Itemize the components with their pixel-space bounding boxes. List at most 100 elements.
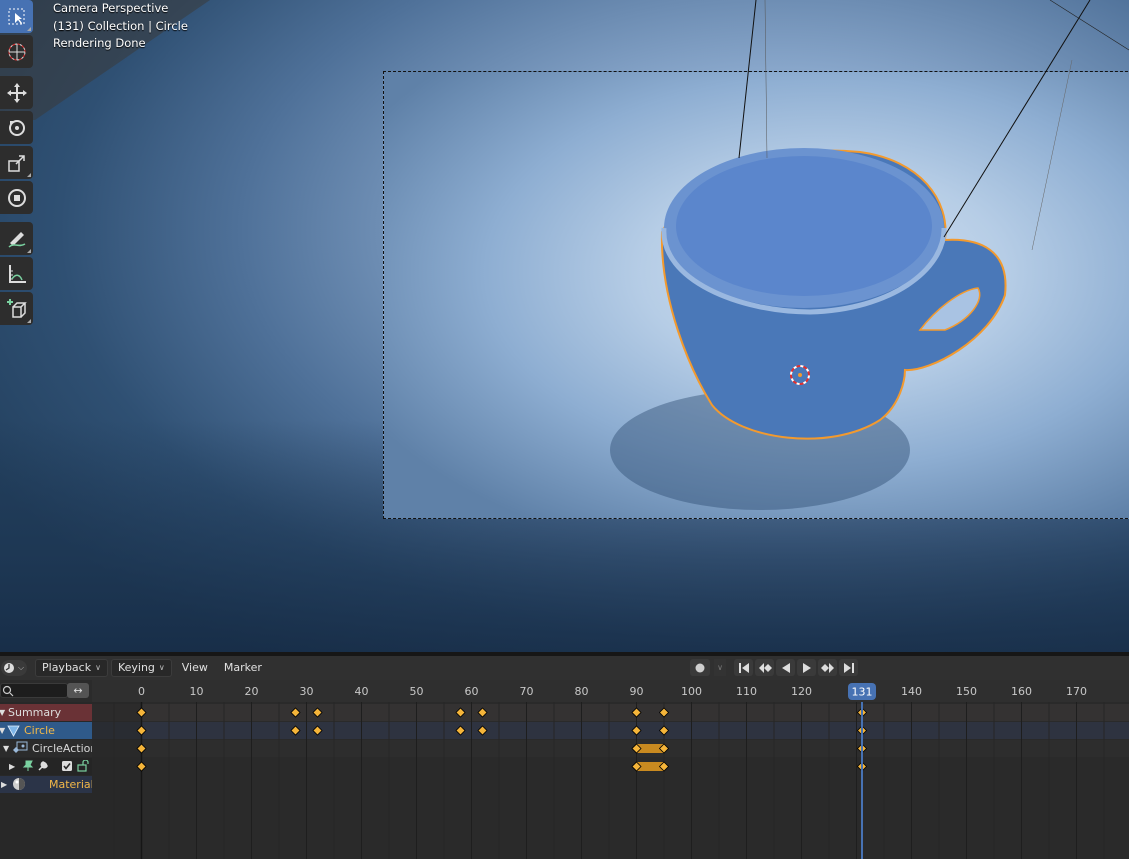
playback-label: Playback (42, 661, 92, 674)
ruler-tick-label: 0 (138, 685, 145, 698)
add-cube-icon (6, 298, 27, 318)
scale-icon (7, 154, 25, 172)
material-icon (13, 778, 25, 790)
ruler-tick-label: 50 (410, 685, 424, 698)
clock-icon (4, 663, 14, 673)
chevron-down-icon: ⌵ (18, 663, 25, 672)
collapse-arrow-icon: ▼ (3, 744, 10, 753)
ruler-tick-label: 30 (300, 685, 314, 698)
channel-summary-label: Summary (8, 706, 62, 719)
timeline-editor: ⌵ Playback ∨ Keying ∨ View Marker ∨ ↔ ▼ … (0, 652, 1129, 859)
collapse-arrow-icon: ▼ (0, 708, 6, 717)
timeline-header: ⌵ Playback ∨ Keying ∨ View Marker ∨ (0, 656, 1129, 680)
play-reverse-button[interactable] (776, 659, 795, 676)
view-menu[interactable]: View (176, 660, 214, 676)
cursor-tool[interactable] (0, 35, 33, 68)
move-icon (6, 82, 27, 103)
tool-shelf (0, 0, 35, 327)
ruler-tick-label: 40 (355, 685, 369, 698)
dopesheet-row[interactable] (92, 776, 1129, 793)
collapse-arrow-icon: ▼ (0, 726, 6, 735)
keying-label: Keying (117, 661, 155, 674)
measure-icon (8, 264, 26, 283)
channel-summary[interactable]: ▼ Summary (0, 704, 92, 721)
channel-action-label: CircleAction (32, 742, 98, 755)
channel-swap-button[interactable]: ↔ (67, 683, 89, 698)
current-frame-label: 131 (852, 686, 873, 699)
ruler-tick-label: 60 (465, 685, 479, 698)
ruler-tick-label: 160 (1011, 685, 1032, 698)
ruler-tick-label: 70 (520, 685, 534, 698)
record-icon (695, 663, 705, 672)
rotate-icon (8, 119, 25, 136)
ruler-tick-label: 170 (1066, 685, 1087, 698)
channel-search-input[interactable] (0, 683, 68, 698)
next-keyframe-button[interactable] (818, 659, 837, 676)
cursor-icon (8, 43, 25, 60)
transform-tool[interactable] (0, 181, 33, 214)
dopesheet-canvas[interactable]: 0 10 20 30 40 50 60 70 80 90 100 110 120 140 150 160 170… (92, 680, 1129, 859)
prev-keyframe-button[interactable] (755, 659, 774, 676)
auto-keying-button[interactable] (690, 659, 710, 676)
ruler-tick-label: 80 (575, 685, 589, 698)
jump-end-button[interactable] (839, 659, 858, 676)
ruler-tick-label: 140 (901, 685, 922, 698)
playback-controls: ∨ (690, 659, 858, 676)
rotate-tool[interactable] (0, 111, 33, 144)
lock-open-icon[interactable] (77, 760, 91, 772)
select-box-tool[interactable] (0, 0, 33, 33)
play-button[interactable] (797, 659, 816, 676)
editor-type-button[interactable]: ⌵ (1, 660, 27, 676)
auto-keying-dropdown[interactable]: ∨ (714, 659, 726, 676)
dopesheet-area[interactable]: 0 10 20 30 40 50 60 70 80 90 100 110 120 140 150 160 170… (92, 680, 1129, 859)
ruler-tick-label: 110 (736, 685, 757, 698)
transform-icon (7, 188, 26, 207)
channel-filter-row: ↔ (0, 680, 92, 702)
annotate-icon (7, 231, 25, 248)
expand-arrow-icon[interactable]: ▶ (9, 758, 15, 775)
3d-viewport[interactable]: Camera Perspective (131) Collection | Ci… (0, 0, 1129, 652)
scale-tool[interactable] (0, 146, 33, 179)
play-reverse-icon (781, 662, 790, 673)
jump-start-icon (738, 662, 749, 673)
ruler-tick-label: 120 (791, 685, 812, 698)
frame-collection-label: (131) Collection | Circle (53, 18, 188, 33)
channel-material[interactable]: ▶ Material (0, 776, 94, 793)
add-cube-tool[interactable] (0, 292, 33, 325)
dopesheet-row[interactable] (92, 740, 1129, 757)
wrench-icon[interactable] (37, 760, 49, 772)
dopesheet-row[interactable] (92, 722, 1129, 739)
next-keyframe-icon (820, 662, 834, 673)
move-tool[interactable] (0, 76, 33, 109)
jump-start-button[interactable] (734, 659, 753, 676)
viewport-info: Camera Perspective (131) Collection | Ci… (53, 0, 188, 53)
channel-track-toggles: ▶ (0, 758, 92, 775)
chevron-down-icon: ∨ (158, 663, 165, 672)
scene-render (0, 0, 1129, 510)
channel-action[interactable]: ▼ CircleAction (0, 740, 97, 757)
play-icon (802, 662, 811, 673)
channel-material-label: Material (49, 778, 94, 791)
channel-object[interactable]: ▼ Circle (0, 722, 92, 739)
jump-end-icon (843, 662, 854, 673)
pre-range-shade (92, 702, 142, 859)
checkbox-icon[interactable] (61, 760, 73, 772)
channel-object-label: Circle (24, 724, 55, 737)
mesh-triangle-icon (7, 725, 20, 737)
ruler-tick-label: 150 (956, 685, 977, 698)
keying-menu[interactable]: Keying ∨ (110, 659, 172, 677)
select-box-icon (8, 8, 24, 24)
ruler-tick-label: 90 (630, 685, 644, 698)
playback-menu[interactable]: Playback ∨ (35, 659, 108, 677)
dopesheet-row[interactable] (92, 704, 1129, 721)
channel-list: ↔ ▼ Summary ▼ Circle ▼ CircleAction ▶ ▶ … (0, 680, 97, 859)
dopesheet-row[interactable] (92, 758, 1129, 775)
marker-menu[interactable]: Marker (218, 660, 268, 676)
measure-tool[interactable] (0, 257, 33, 290)
view-mode-label: Camera Perspective (53, 1, 169, 15)
pin-icon[interactable] (22, 760, 34, 772)
search-icon (2, 685, 14, 697)
annotate-tool[interactable] (0, 222, 33, 255)
ruler-tick-label: 100 (681, 685, 702, 698)
render-status-label: Rendering Done (53, 36, 146, 50)
